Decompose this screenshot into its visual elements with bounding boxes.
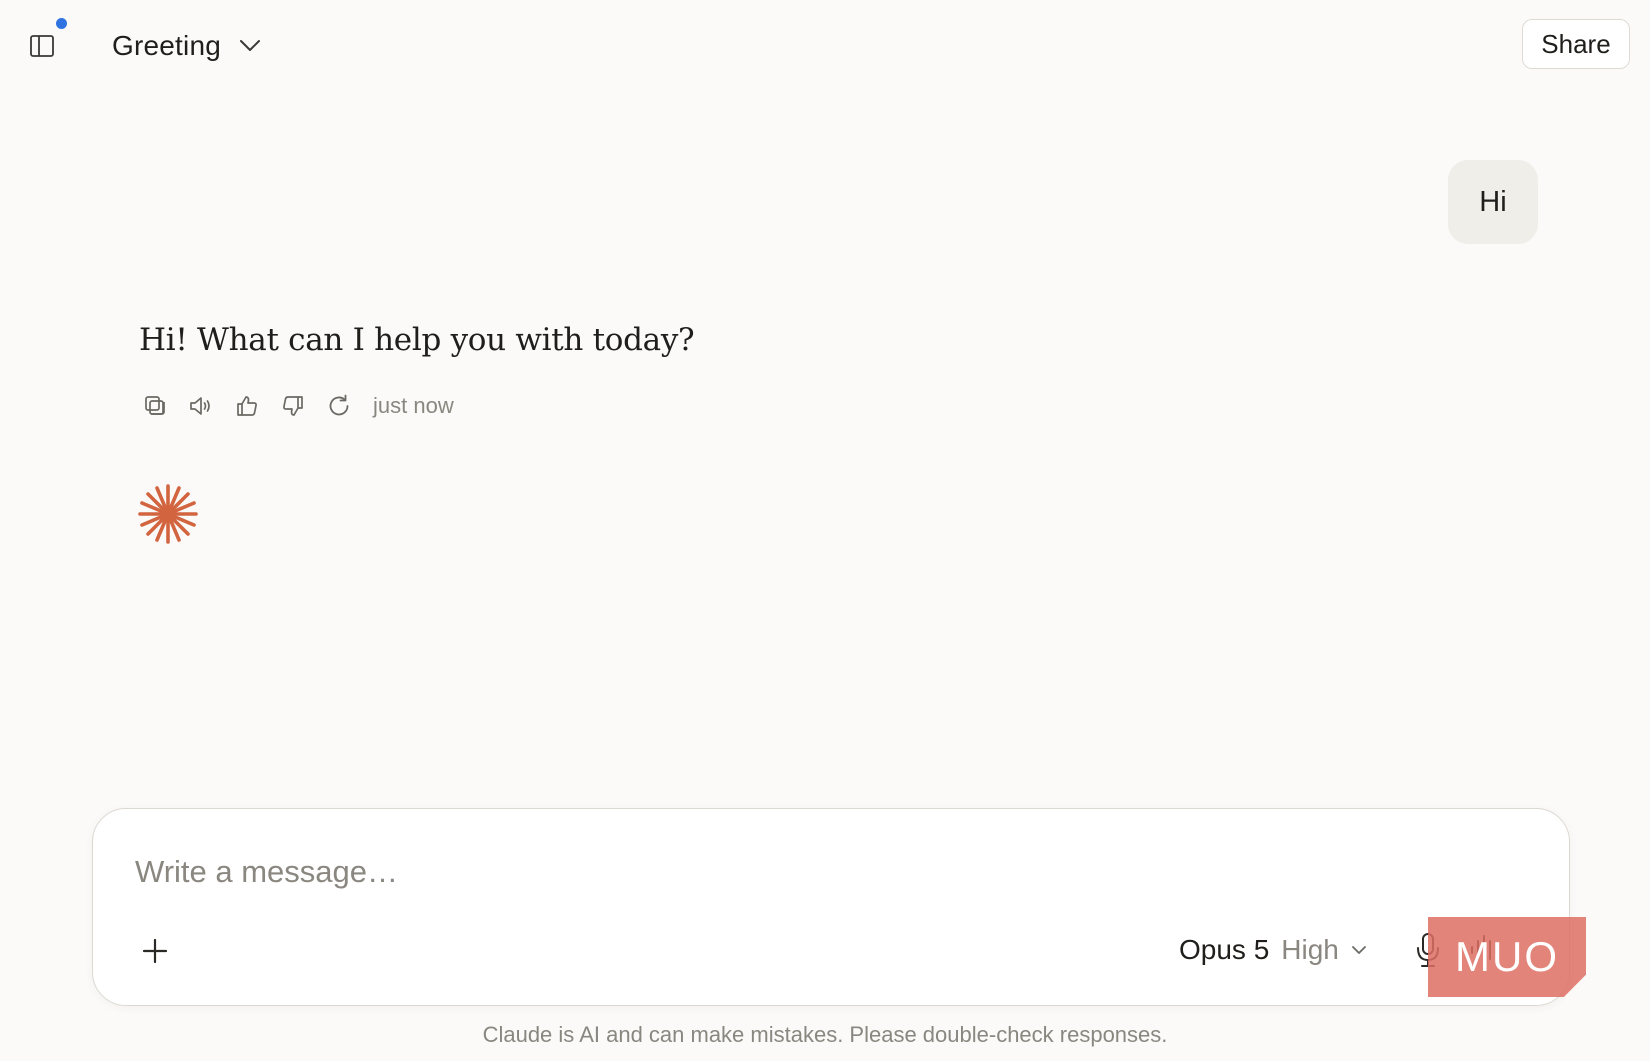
- chat-page: Greeting Share Hi Hi! What can I help yo…: [0, 0, 1650, 1061]
- copy-icon: [145, 396, 165, 415]
- user-message-bubble: Hi: [1448, 160, 1538, 244]
- model-selector[interactable]: Opus 5 High: [1179, 929, 1367, 971]
- thumbs-up-button[interactable]: [231, 390, 263, 422]
- chevron-down-icon: [1351, 946, 1366, 954]
- watermark-logo: MUO: [1428, 917, 1586, 997]
- thumbs-down-icon: [283, 396, 303, 416]
- conversation-title: Greeting: [112, 30, 221, 61]
- assistant-message: Hi! What can I help you with today?: [139, 322, 695, 358]
- effort-level: High: [1281, 934, 1339, 965]
- thumbs-down-button[interactable]: [277, 390, 309, 422]
- sidebar-icon: [30, 35, 54, 57]
- copy-button[interactable]: [139, 390, 171, 422]
- watermark-text: MUO: [1455, 933, 1559, 980]
- add-attachment-button[interactable]: [135, 931, 175, 971]
- notification-dot: [56, 18, 67, 29]
- share-button[interactable]: Share: [1522, 19, 1630, 69]
- user-message-text: Hi: [1479, 185, 1507, 218]
- disclaimer-text: Claude is AI and can make mistakes. Plea…: [482, 1022, 1168, 1047]
- retry-button[interactable]: [323, 390, 355, 422]
- plus-icon: [142, 938, 168, 964]
- speaker-icon: [190, 397, 210, 415]
- read-aloud-button[interactable]: [185, 390, 217, 422]
- message-actions: just now: [139, 390, 454, 422]
- message-composer: Opus 5 High: [92, 808, 1570, 1006]
- retry-icon: [329, 394, 349, 416]
- thumbs-up-icon: [237, 396, 257, 416]
- chevron-down-icon: [240, 40, 260, 51]
- claude-spark-icon: [138, 484, 198, 544]
- message-input[interactable]: [133, 849, 1237, 895]
- sidebar-toggle-button[interactable]: [22, 28, 62, 64]
- conversation-title-menu[interactable]: Greeting: [112, 26, 261, 66]
- model-name: Opus 5: [1179, 934, 1270, 965]
- message-timestamp: just now: [373, 393, 454, 418]
